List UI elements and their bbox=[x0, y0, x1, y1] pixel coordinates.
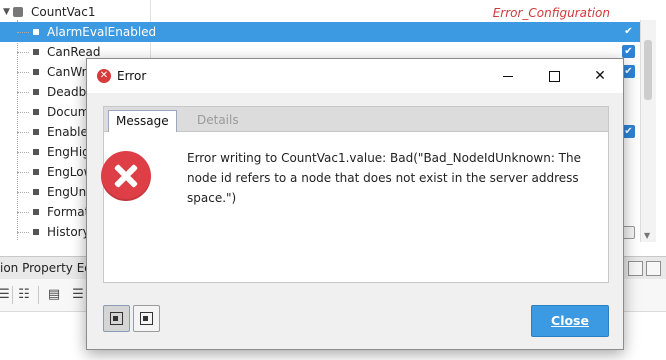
toolbar-separator bbox=[12, 286, 13, 304]
tree-row-label: History bbox=[47, 225, 90, 239]
tree-row-label: Docum bbox=[47, 105, 90, 119]
tree-guide-line bbox=[17, 72, 29, 74]
error-configuration-value: Error_Configuration bbox=[492, 6, 610, 20]
scrollbar-thumb[interactable] bbox=[644, 40, 652, 100]
tree-row-label: AlarmEvalEnabled bbox=[47, 25, 157, 39]
panel-restore-button[interactable] bbox=[628, 261, 643, 276]
panel-close-button[interactable] bbox=[646, 261, 661, 276]
close-icon: ✕ bbox=[594, 68, 606, 84]
dialog-title: Error bbox=[117, 69, 147, 83]
tag-node-icon bbox=[33, 169, 39, 175]
tab-message[interactable]: Message bbox=[108, 110, 177, 132]
window-icon bbox=[110, 312, 123, 325]
tree-guide-line bbox=[17, 152, 29, 154]
tree-row-label: EngUni bbox=[47, 185, 90, 199]
tree-guide-line bbox=[17, 232, 29, 234]
tree-row[interactable]: AlarmEvalEnabled ✔ bbox=[0, 22, 640, 42]
value-checkbox[interactable]: ✔ bbox=[622, 25, 635, 38]
tree-row-root[interactable]: ▼ CountVac1 Error_Configuration bbox=[0, 2, 640, 22]
sorted-list-icon[interactable]: ☷ bbox=[14, 285, 34, 305]
error-dialog: ✕ Error ✕ Message Details Error writing … bbox=[86, 58, 624, 350]
show-message-toggle-button[interactable] bbox=[103, 305, 130, 332]
maximize-button[interactable] bbox=[531, 59, 577, 93]
tree-root-label: CountVac1 bbox=[31, 5, 96, 19]
dialog-tabbar: Message Details bbox=[104, 107, 608, 132]
tag-node-icon bbox=[33, 229, 39, 235]
tree-guide-line bbox=[17, 172, 29, 174]
tree-guide-line bbox=[17, 212, 29, 214]
expand-details-button[interactable] bbox=[133, 305, 160, 332]
error-message: Error writing to CountVac1.value: Bad("B… bbox=[187, 151, 581, 205]
toolbar-separator bbox=[38, 286, 39, 304]
expand-arrow-icon[interactable]: ▼ bbox=[3, 2, 10, 22]
window-arrow-icon bbox=[140, 312, 153, 325]
tree-guide-line bbox=[17, 32, 29, 34]
close-button-label: Close bbox=[551, 313, 589, 328]
properties-icon[interactable]: ☰ bbox=[68, 285, 88, 305]
scroll-down-arrow-icon[interactable]: ▼ bbox=[644, 231, 650, 240]
tree-guide-line bbox=[17, 112, 29, 114]
tab-details[interactable]: Details bbox=[190, 110, 246, 131]
tag-node-icon bbox=[33, 49, 39, 55]
tree-guide-line bbox=[17, 92, 29, 94]
tag-node-icon bbox=[33, 209, 39, 215]
tree-row-label: CanWr bbox=[47, 65, 87, 79]
tag-node-icon bbox=[33, 129, 39, 135]
close-window-button[interactable]: ✕ bbox=[577, 59, 623, 93]
tag-node-icon bbox=[33, 109, 39, 115]
tag-folder-icon bbox=[13, 7, 23, 17]
dialog-titlebar[interactable]: ✕ Error ✕ bbox=[87, 59, 623, 93]
value-checkbox[interactable]: ✔ bbox=[622, 45, 635, 58]
error-icon bbox=[101, 151, 151, 201]
tree-row-label: Format bbox=[47, 205, 90, 219]
tree-row-label: EngHig bbox=[47, 145, 90, 159]
error-title-icon: ✕ bbox=[97, 69, 111, 83]
tree-vertical-scrollbar[interactable]: ▼ bbox=[640, 20, 656, 242]
minimize-icon bbox=[503, 75, 513, 77]
tag-node-icon bbox=[33, 189, 39, 195]
details-icon[interactable]: ▤ bbox=[44, 285, 64, 305]
tree-guide-line bbox=[17, 52, 29, 54]
tag-node-icon bbox=[33, 149, 39, 155]
tag-node-icon bbox=[33, 69, 39, 75]
minimize-button[interactable] bbox=[485, 59, 531, 93]
tag-node-icon bbox=[33, 29, 39, 35]
maximize-icon bbox=[548, 70, 560, 82]
tree-guide-line bbox=[17, 132, 29, 134]
tree-guide-line bbox=[17, 192, 29, 194]
tag-node-icon bbox=[33, 89, 39, 95]
tree-row-label: Enable bbox=[47, 125, 88, 139]
close-button[interactable]: Close bbox=[531, 305, 609, 337]
